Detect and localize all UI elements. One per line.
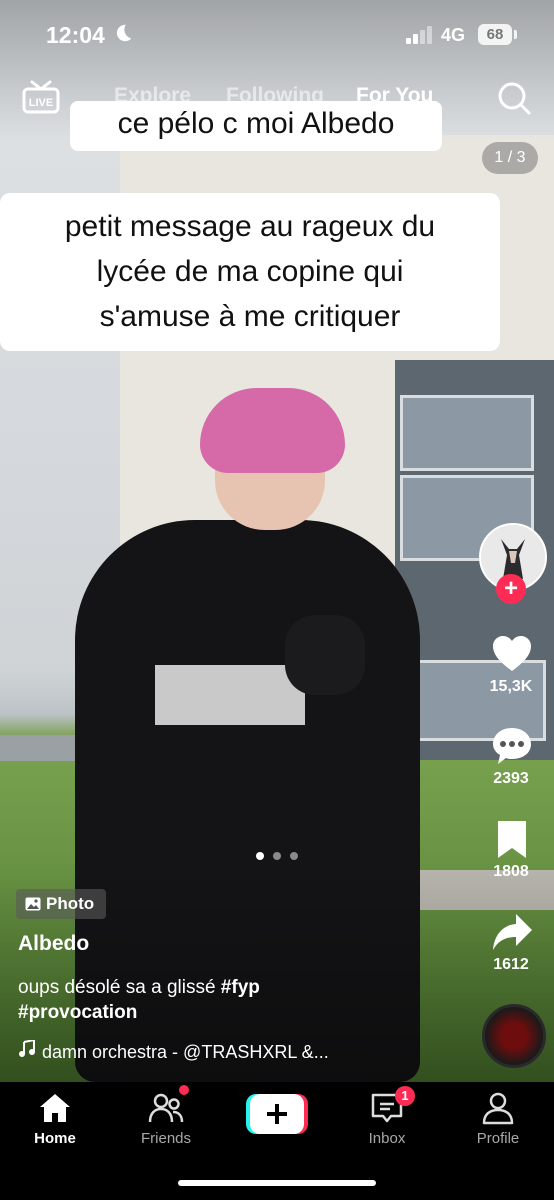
battery-icon: 68	[478, 24, 512, 45]
status-bar: 12:04 4G 68	[0, 0, 554, 70]
photo-badge: Photo	[16, 889, 106, 919]
sound-link[interactable]: damn orchestra - @TRASHXRL &...	[18, 1040, 329, 1063]
window	[400, 395, 534, 471]
moon-icon	[116, 24, 132, 42]
profile-icon	[482, 1092, 514, 1125]
network-type: 4G	[441, 25, 466, 45]
tab-home-label: Home	[34, 1130, 76, 1147]
carousel-dot	[290, 852, 298, 860]
caption-block-line: lycée de ma copine qui	[96, 255, 404, 288]
save-count: 1808	[493, 863, 529, 880]
post-description: oups désolé sa a glissé #fyp #provocatio…	[18, 975, 348, 1025]
battery-nub	[514, 30, 517, 39]
sound-disc[interactable]	[482, 1004, 546, 1068]
hoodie-print	[155, 665, 305, 725]
heart-icon[interactable]	[490, 632, 534, 676]
tab-friends-label: Friends	[140, 1130, 192, 1147]
comment-icon[interactable]	[490, 724, 534, 768]
comment-count: 2393	[493, 770, 529, 787]
follow-plus-button[interactable]: +	[496, 574, 526, 604]
tab-profile[interactable]: Profile	[453, 1082, 543, 1147]
tab-friends[interactable]: Friends	[121, 1082, 211, 1147]
tab-inbox-label: Inbox	[368, 1130, 406, 1147]
live-icon[interactable]: LIVE	[22, 80, 60, 114]
music-note-icon	[19, 1040, 35, 1057]
photo-counter: 1 / 3	[482, 142, 538, 174]
signal-icon	[406, 26, 432, 44]
share-icon[interactable]	[490, 910, 534, 954]
photo-icon	[25, 897, 41, 911]
hashtag-link[interactable]: #fyp	[221, 977, 260, 998]
bookmark-icon[interactable]	[490, 818, 534, 862]
author-name[interactable]: Albedo	[18, 932, 89, 956]
status-time: 12:04	[46, 22, 105, 48]
share-count: 1612	[493, 956, 529, 973]
friends-notification-dot	[179, 1085, 189, 1095]
like-count: 15,3K	[489, 678, 533, 695]
live-label: LIVE	[29, 97, 53, 109]
sound-name: damn orchestra - @TRASHXRL &...	[42, 1042, 329, 1062]
tab-home[interactable]: Home	[10, 1082, 100, 1147]
post-photo[interactable]	[0, 0, 554, 1082]
home-indicator[interactable]	[178, 1180, 376, 1186]
description-text: oups désolé sa a glissé	[18, 977, 216, 998]
tab-inbox[interactable]: Inbox	[342, 1082, 432, 1147]
carousel-dot-active	[256, 852, 264, 860]
tab-profile-label: Profile	[476, 1130, 520, 1147]
create-post-button[interactable]	[246, 1094, 308, 1134]
person-pink-hair	[200, 388, 345, 473]
caption-text: ce pélo c moi Albedo	[117, 107, 395, 140]
caption-block-line: petit message au rageux du	[64, 210, 436, 243]
caption-block-line: s'amuse à me critiquer	[99, 300, 401, 333]
caption-block: petit message au rageux du lycée de ma c…	[0, 193, 500, 351]
hashtag-link[interactable]: #provocation	[18, 1002, 137, 1023]
friends-icon	[148, 1093, 184, 1123]
inbox-badge: 1	[395, 1086, 415, 1106]
carousel-dot	[273, 852, 281, 860]
tiktok-screen: 12:04 4G 68 LIVE Explore Following For Y…	[0, 0, 554, 1200]
photo-badge-label: Photo	[46, 894, 95, 913]
caption-line-1: ce pélo c moi Albedo	[70, 101, 442, 151]
home-icon	[40, 1094, 70, 1122]
search-icon[interactable]	[496, 80, 532, 116]
person-hand	[285, 615, 365, 695]
